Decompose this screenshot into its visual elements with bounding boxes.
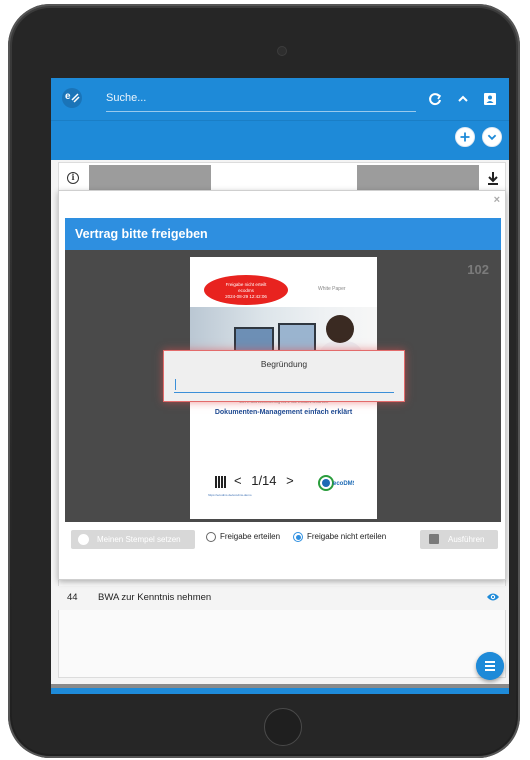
list-item-number: 44 [67,592,78,603]
stamp-icon [78,534,89,545]
download-icon[interactable] [486,170,500,186]
page-count: 102 [467,262,489,277]
page-indicator: 1/14 [251,473,277,488]
monitor-image [278,323,316,353]
white-paper-label: White Paper [318,286,346,292]
radio-grant[interactable] [206,532,216,542]
next-page-button[interactable]: > [286,473,294,488]
preview-thumbnail [357,165,479,191]
person-image [326,315,354,343]
stamp-line: 2024-08-29 12:42:06 [225,294,267,299]
menu-fab-button[interactable] [476,652,504,680]
text-caret [175,379,176,390]
page-navigation: < 1/14 > [234,473,294,488]
qr-code-icon [215,476,227,488]
list-header: i [59,163,505,193]
radio-grant-label[interactable]: Freigabe erteilen [220,532,280,541]
approval-stamp: Freigabe nicht erteilt ecodms 2024-08-29… [204,275,288,305]
document-title: Dokumenten-Management einfach erklärt [214,409,353,416]
reason-input[interactable] [174,377,394,393]
search-input[interactable]: Suche... [106,88,416,112]
set-stamp-button[interactable]: Meinen Stempel setzen [71,530,195,549]
svg-text:ecoDMS: ecoDMS [333,481,354,487]
camera-icon [277,46,287,56]
bottom-bar [51,688,509,694]
radio-deny[interactable] [293,532,303,542]
modal-header: Vertrag bitte freigeben [65,218,501,250]
close-icon[interactable]: × [494,194,500,206]
search-placeholder: Suche... [106,92,147,104]
list-item[interactable]: 44 BWA zur Kenntnis nehmen [58,586,506,610]
app-logo-icon[interactable]: e [61,87,83,109]
app-screen: e Suche... i 44 BWA zur Kenntnis nehmen … [51,78,509,694]
tablet-frame: e Suche... i 44 BWA zur Kenntnis nehmen … [8,4,520,758]
reason-dialog: Begründung [163,350,405,402]
execute-label: Ausführen [448,535,485,544]
top-bar: e Suche... [51,78,509,120]
ecodms-logo: ecoDMS [318,475,354,491]
reason-label: Begründung [260,359,308,369]
expand-button[interactable] [482,127,502,147]
radio-deny-label[interactable]: Freigabe nicht erteilen [307,532,386,541]
chevron-up-icon[interactable] [454,90,472,108]
home-button[interactable] [264,708,302,746]
preview-thumbnail [89,165,211,191]
set-stamp-label: Meinen Stempel setzen [97,535,181,544]
contact-card-icon[interactable] [481,90,499,108]
modal-title: Vertrag bitte freigeben [75,227,208,241]
svg-text:e: e [65,91,71,102]
prev-page-button[interactable]: < [234,473,242,488]
modal-footer: Meinen Stempel setzen Freigabe erteilen … [65,526,501,554]
list-item-label: BWA zur Kenntnis nehmen [98,592,212,603]
toolbar [51,120,509,160]
refresh-icon[interactable] [426,90,444,108]
execute-button[interactable]: Ausführen [420,530,498,549]
save-icon [429,534,439,544]
qr-caption: https://ecodms.de/ecodms-demo [208,493,252,497]
info-icon[interactable]: i [67,172,79,184]
eye-icon[interactable] [486,591,500,603]
add-button[interactable] [455,127,475,147]
